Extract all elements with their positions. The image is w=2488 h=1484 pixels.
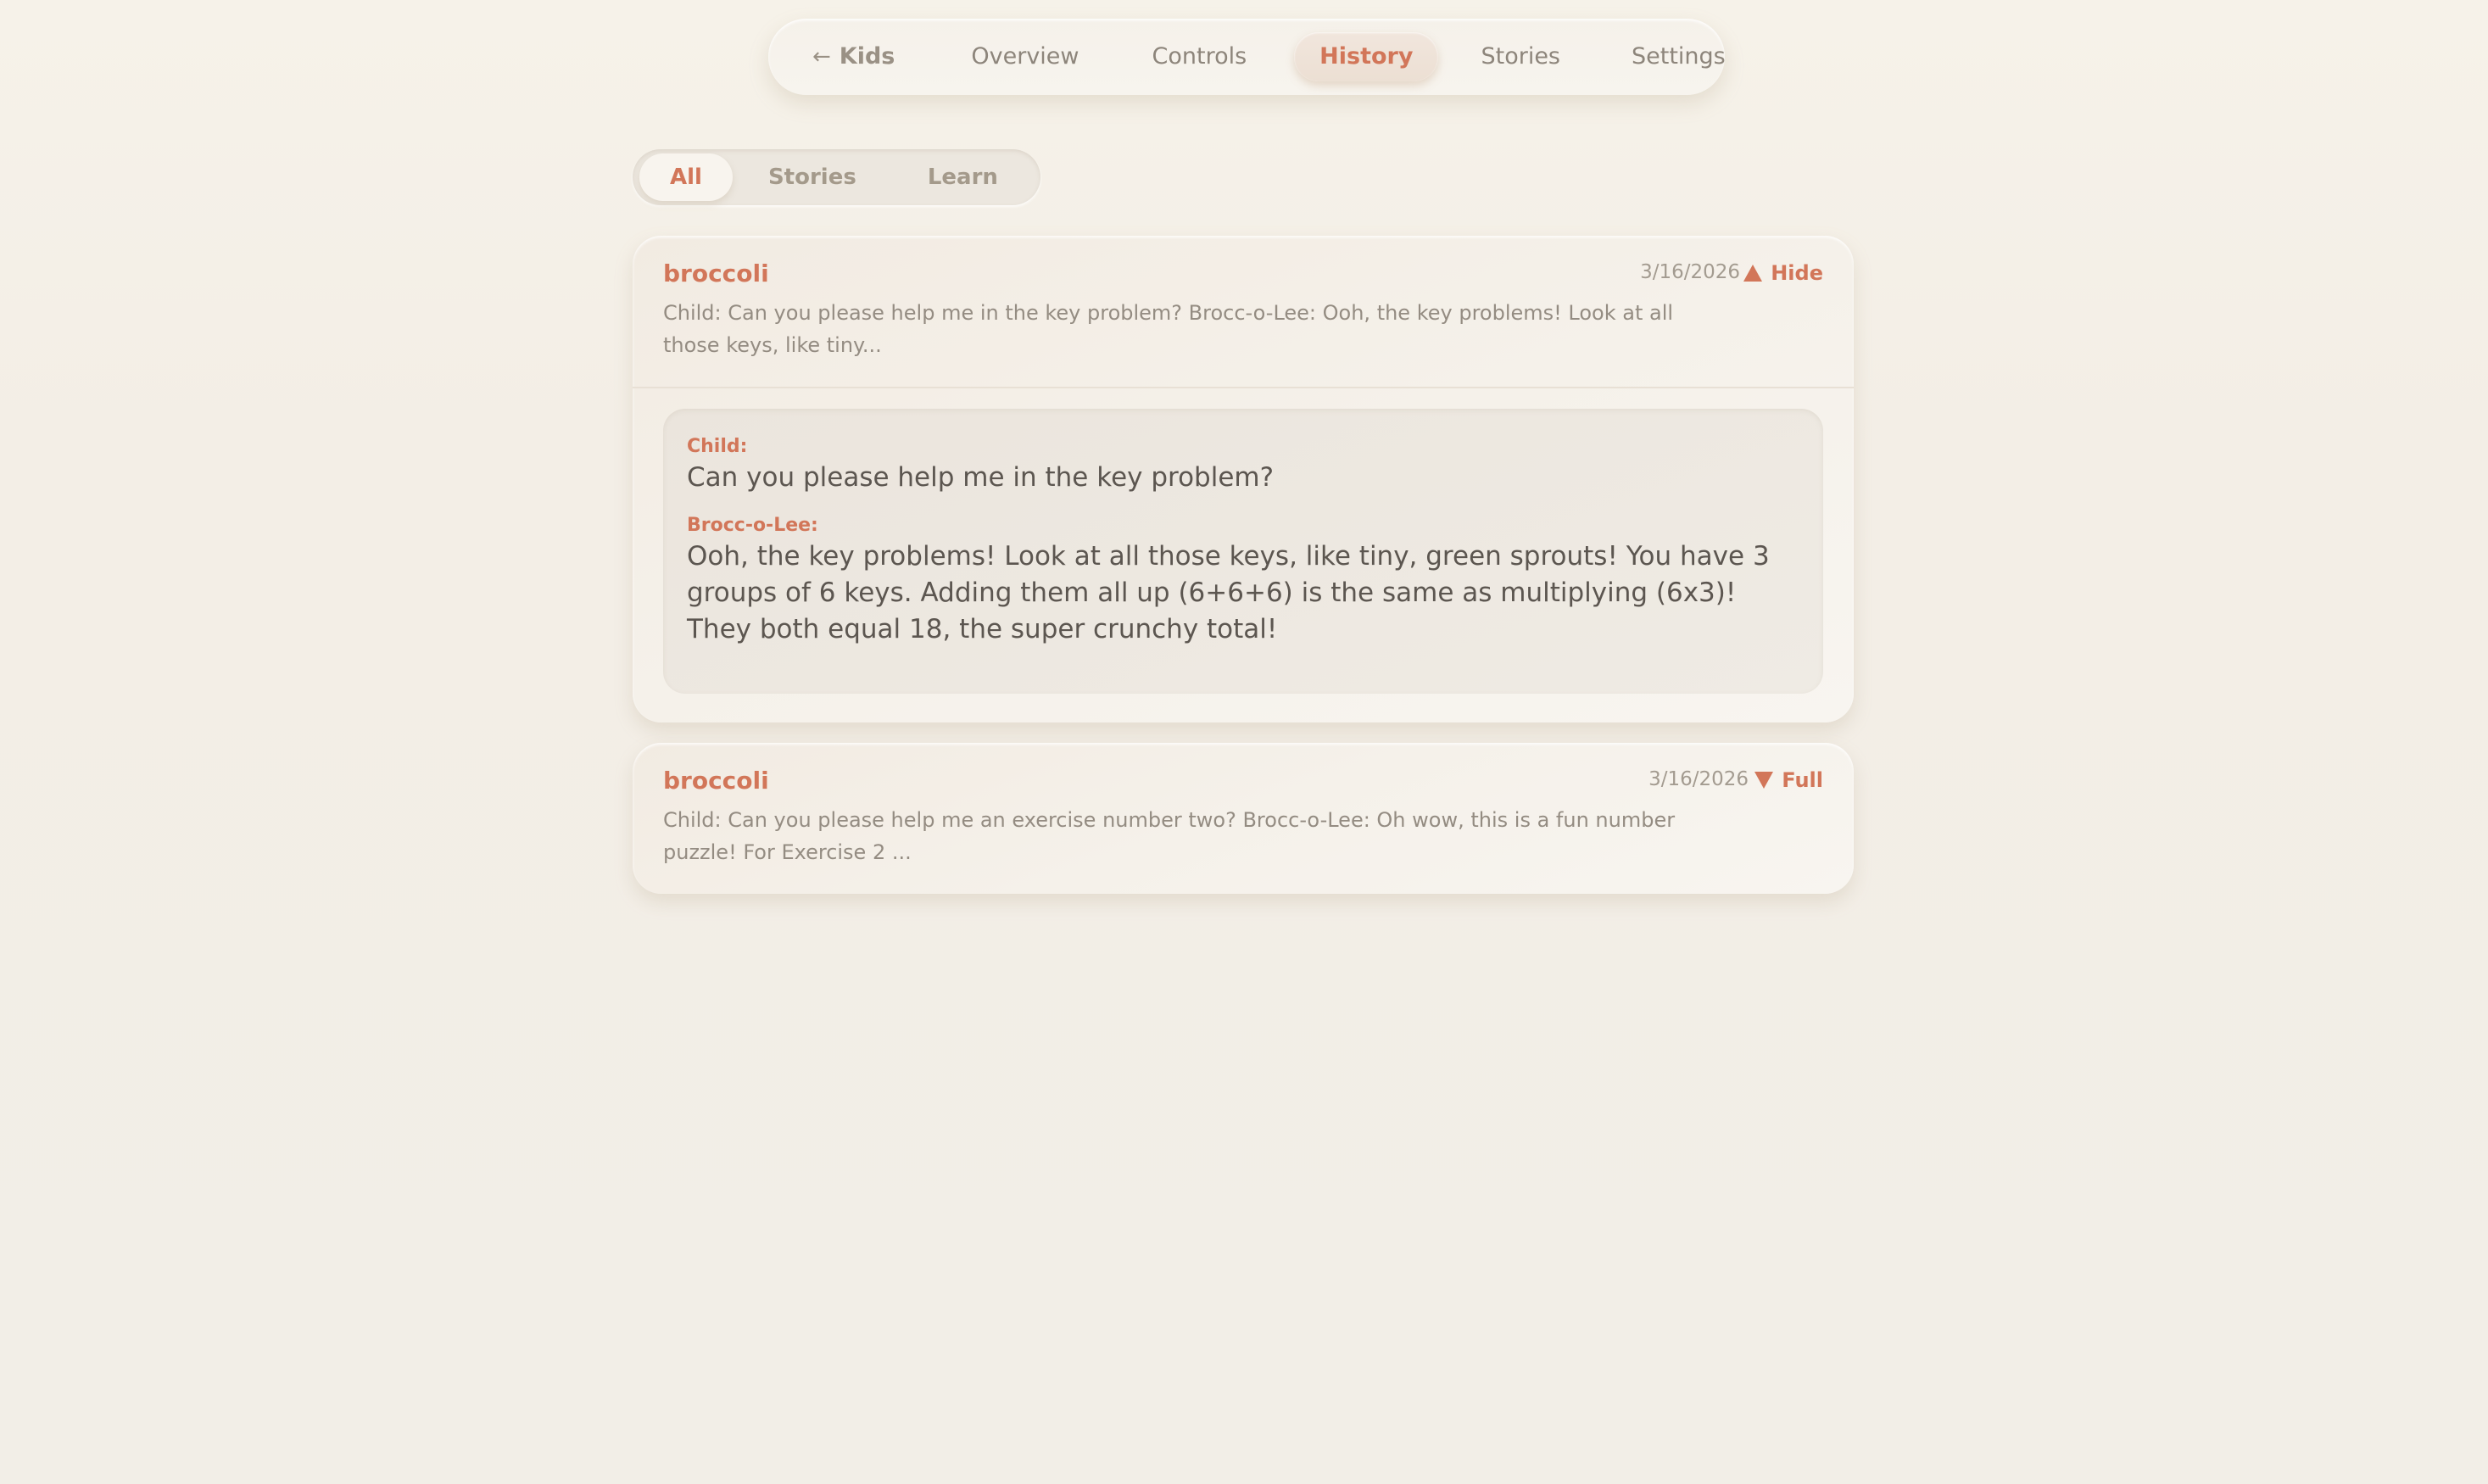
tab-stories[interactable]: Stories xyxy=(1455,32,1586,81)
entry-preview: Child: Can you please help me in the key… xyxy=(663,301,1674,357)
brocc-message: Ooh, the key problems! Look at all those… xyxy=(687,541,1770,644)
speaker-brocc-label: Brocc-o-Lee: xyxy=(687,515,818,536)
history-entry: broccoli 3/16/2026 Hide Child: Can you p… xyxy=(633,236,1854,722)
child-message: Can you please help me in the key proble… xyxy=(687,462,1275,493)
tab-settings[interactable]: Settings xyxy=(1606,32,1751,81)
tab-controls[interactable]: Controls xyxy=(1127,32,1273,81)
tab-overview[interactable]: Overview xyxy=(946,32,1104,81)
entry-title: broccoli xyxy=(663,767,769,795)
speaker-child-label: Child: xyxy=(687,436,748,457)
history-filter-group: All Stories Learn xyxy=(633,149,1040,205)
top-nav: ← Kids Overview Controls History Stories… xyxy=(768,19,1726,95)
back-to-kids-link[interactable]: ← Kids xyxy=(809,32,929,81)
filter-all[interactable]: All xyxy=(639,153,733,201)
hide-label: Hide xyxy=(1771,261,1823,285)
entry-date: 3/16/2026 xyxy=(1640,261,1740,283)
hide-button[interactable]: Hide xyxy=(1743,261,1823,285)
full-label: Full xyxy=(1782,768,1823,792)
filter-learn[interactable]: Learn xyxy=(892,153,1034,201)
entry-divider xyxy=(633,387,1854,388)
back-label: Kids xyxy=(839,43,895,70)
entry-title: broccoli xyxy=(663,259,769,287)
full-button[interactable]: Full xyxy=(1754,768,1823,792)
entry-date: 3/16/2026 xyxy=(1648,768,1749,790)
entry-preview: Child: Can you please help me an exercis… xyxy=(663,808,1676,864)
triangle-down-icon xyxy=(1754,772,1774,789)
conversation-transcript: Child: Can you please help me in the key… xyxy=(663,409,1823,694)
history-entry: broccoli 3/16/2026 Full Child: Can you p… xyxy=(633,743,1854,894)
triangle-up-icon xyxy=(1743,265,1763,282)
arrow-left-icon: ← xyxy=(812,44,831,70)
tab-history[interactable]: History xyxy=(1294,32,1439,81)
filter-stories[interactable]: Stories xyxy=(733,153,892,201)
